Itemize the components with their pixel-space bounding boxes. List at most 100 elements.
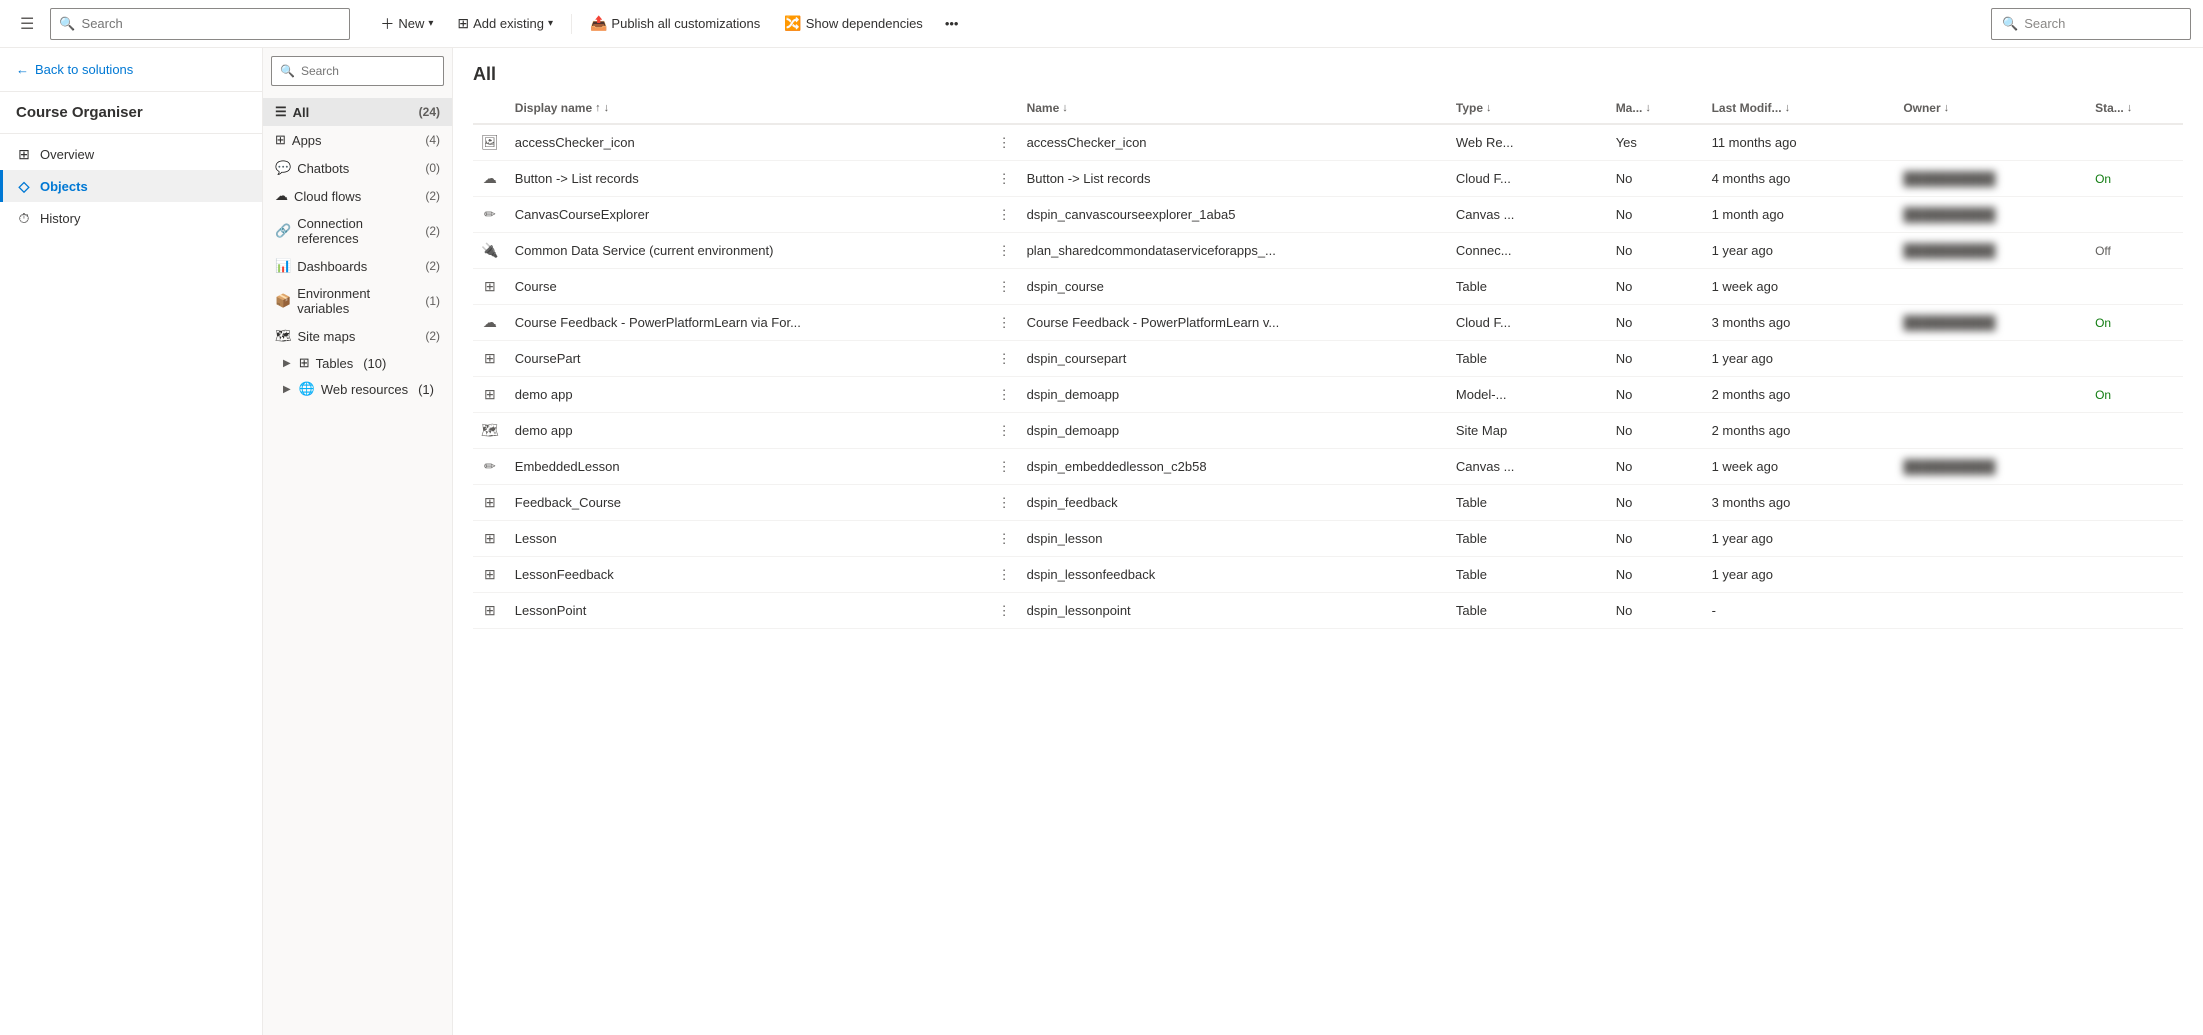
table-row[interactable]: ⊞ Lesson ⋮ dspin_lesson Table No 1 year … — [473, 521, 2183, 557]
filter-item-chatbots[interactable]: 💬 Chatbots (0) — [263, 154, 452, 182]
row-owner — [1895, 557, 2087, 593]
table-row[interactable]: ⊞ Feedback_Course ⋮ dspin_feedback Table… — [473, 485, 2183, 521]
row-icon-cell: 🖼 — [473, 124, 507, 161]
sort-asc-icon: ↑ — [595, 102, 601, 114]
ellipsis-icon: ••• — [945, 16, 959, 31]
col-type[interactable]: Type ↓ — [1448, 93, 1608, 124]
row-status: On — [2087, 377, 2183, 413]
col-display-name[interactable]: Display name ↑ ↓ — [507, 93, 990, 124]
search-icon: 🔍 — [59, 16, 75, 32]
table-row[interactable]: ☁ Course Feedback - PowerPlatformLearn v… — [473, 305, 2183, 341]
show-dependencies-button[interactable]: 🔀 Show dependencies — [774, 10, 933, 37]
col-icon — [473, 93, 507, 124]
row-type: Cloud F... — [1448, 161, 1608, 197]
row-more-button[interactable]: ⋮ — [990, 485, 1019, 521]
row-more-button[interactable]: ⋮ — [990, 593, 1019, 629]
filter-item-tables[interactable]: ▶ ⊞ Tables (10) — [263, 350, 452, 376]
sidebar-item-overview[interactable]: ⊞ Overview — [0, 138, 262, 170]
table-row[interactable]: ⊞ LessonFeedback ⋮ dspin_lessonfeedback … — [473, 557, 2183, 593]
row-type: Web Re... — [1448, 124, 1608, 161]
row-display-name: Course — [507, 269, 990, 305]
row-type: Table — [1448, 269, 1608, 305]
filter-cloud-flows-icon: ☁ — [275, 188, 288, 204]
overview-icon: ⊞ — [16, 146, 32, 162]
row-status — [2087, 521, 2183, 557]
row-icon-cell: ⊞ — [473, 377, 507, 413]
table-row[interactable]: 🖼 accessChecker_icon ⋮ accessChecker_ico… — [473, 124, 2183, 161]
filter-all-icon: ☰ — [275, 104, 287, 120]
filter-item-env-vars[interactable]: 📦 Environment variables (1) — [263, 280, 452, 322]
row-managed: No — [1608, 341, 1704, 377]
row-display-name: CoursePart — [507, 341, 990, 377]
col-owner[interactable]: Owner ↓ — [1895, 93, 2087, 124]
row-managed: No — [1608, 233, 1704, 269]
table-row[interactable]: ✏ CanvasCourseExplorer ⋮ dspin_canvascou… — [473, 197, 2183, 233]
filter-item-connection-refs[interactable]: 🔗 Connection references (2) — [263, 210, 452, 252]
row-display-name: demo app — [507, 377, 990, 413]
row-api-name: accessChecker_icon — [1019, 124, 1448, 161]
search-input[interactable] — [82, 16, 342, 31]
table-body: 🖼 accessChecker_icon ⋮ accessChecker_ico… — [473, 124, 2183, 629]
col-status[interactable]: Sta... ↓ — [2087, 93, 2183, 124]
table-row[interactable]: ✏ EmbeddedLesson ⋮ dspin_embeddedlesson_… — [473, 449, 2183, 485]
topbar-search-box[interactable]: 🔍 — [50, 8, 350, 40]
row-type: Connec... — [1448, 233, 1608, 269]
filter-item-apps[interactable]: ⊞ Apps (4) — [263, 126, 452, 154]
filter-env-vars-icon: 📦 — [275, 293, 291, 309]
row-more-button[interactable]: ⋮ — [990, 341, 1019, 377]
filter-item-dashboards[interactable]: 📊 Dashboards (2) — [263, 252, 452, 280]
add-existing-button[interactable]: ⊞ Add existing ▾ — [447, 10, 563, 37]
row-icon: 🗺 — [481, 422, 499, 439]
row-more-button[interactable]: ⋮ — [990, 124, 1019, 161]
sidebar-item-objects[interactable]: ◇ Objects — [0, 170, 262, 202]
row-icon-cell: 🔌 — [473, 233, 507, 269]
publish-button[interactable]: 📤 Publish all customizations — [580, 10, 770, 37]
row-more-button[interactable]: ⋮ — [990, 305, 1019, 341]
filter-item-site-maps[interactable]: 🗺 Site maps (2) — [263, 322, 452, 350]
back-arrow-icon: ← — [16, 62, 29, 77]
row-more-button[interactable]: ⋮ — [990, 233, 1019, 269]
hamburger-icon[interactable]: ☰ — [12, 10, 42, 38]
row-type: Canvas ... — [1448, 197, 1608, 233]
row-owner: ██████████ — [1895, 197, 2087, 233]
table-row[interactable]: ⊞ demo app ⋮ dspin_demoapp Model-... No … — [473, 377, 2183, 413]
row-more-button[interactable]: ⋮ — [990, 161, 1019, 197]
row-more-button[interactable]: ⋮ — [990, 413, 1019, 449]
add-existing-icon: ⊞ — [457, 15, 469, 32]
col-managed[interactable]: Ma... ↓ — [1608, 93, 1704, 124]
row-api-name: dspin_lesson — [1019, 521, 1448, 557]
row-more-button[interactable]: ⋮ — [990, 521, 1019, 557]
sidebar-item-history[interactable]: ⏱ History — [0, 202, 262, 234]
col-last-modified[interactable]: Last Modif... ↓ — [1704, 93, 1896, 124]
table-row[interactable]: ⊞ LessonPoint ⋮ dspin_lessonpoint Table … — [473, 593, 2183, 629]
row-last-modified: 1 year ago — [1704, 557, 1896, 593]
right-search-box[interactable]: 🔍 Search — [1991, 8, 2191, 40]
table-row[interactable]: ⊞ Course ⋮ dspin_course Table No 1 week … — [473, 269, 2183, 305]
row-more-button[interactable]: ⋮ — [990, 377, 1019, 413]
row-more-button[interactable]: ⋮ — [990, 557, 1019, 593]
new-button[interactable]: ＋ New ▾ — [370, 9, 443, 39]
back-to-solutions[interactable]: ← Back to solutions — [0, 48, 262, 92]
filter-search-box[interactable]: 🔍 — [271, 56, 444, 86]
table-row[interactable]: ☁ Button -> List records ⋮ Button -> Lis… — [473, 161, 2183, 197]
row-api-name: Course Feedback - PowerPlatformLearn v..… — [1019, 305, 1448, 341]
filter-items-list: ☰ All (24) ⊞ Apps (4) 💬 Chatbots (0) — [263, 94, 452, 406]
col-name[interactable]: Name ↓ — [1019, 93, 1448, 124]
table-row[interactable]: 🔌 Common Data Service (current environme… — [473, 233, 2183, 269]
table-row[interactable]: 🗺 demo app ⋮ dspin_demoapp Site Map No 2… — [473, 413, 2183, 449]
filter-item-all[interactable]: ☰ All (24) — [263, 98, 452, 126]
row-more-button[interactable]: ⋮ — [990, 449, 1019, 485]
row-owner: ██████████ — [1895, 449, 2087, 485]
row-more-button[interactable]: ⋮ — [990, 197, 1019, 233]
row-last-modified: 2 months ago — [1704, 377, 1896, 413]
table-row[interactable]: ⊞ CoursePart ⋮ dspin_coursepart Table No… — [473, 341, 2183, 377]
filter-item-web-resources[interactable]: ▶ 🌐 Web resources (1) — [263, 376, 452, 402]
row-managed: No — [1608, 485, 1704, 521]
more-button[interactable]: ••• — [937, 11, 967, 36]
row-last-modified: 1 month ago — [1704, 197, 1896, 233]
filter-item-cloud-flows[interactable]: ☁ Cloud flows (2) — [263, 182, 452, 210]
filter-search-input[interactable] — [301, 64, 453, 78]
row-icon: ☁ — [481, 170, 499, 187]
row-more-button[interactable]: ⋮ — [990, 269, 1019, 305]
row-display-name: EmbeddedLesson — [507, 449, 990, 485]
